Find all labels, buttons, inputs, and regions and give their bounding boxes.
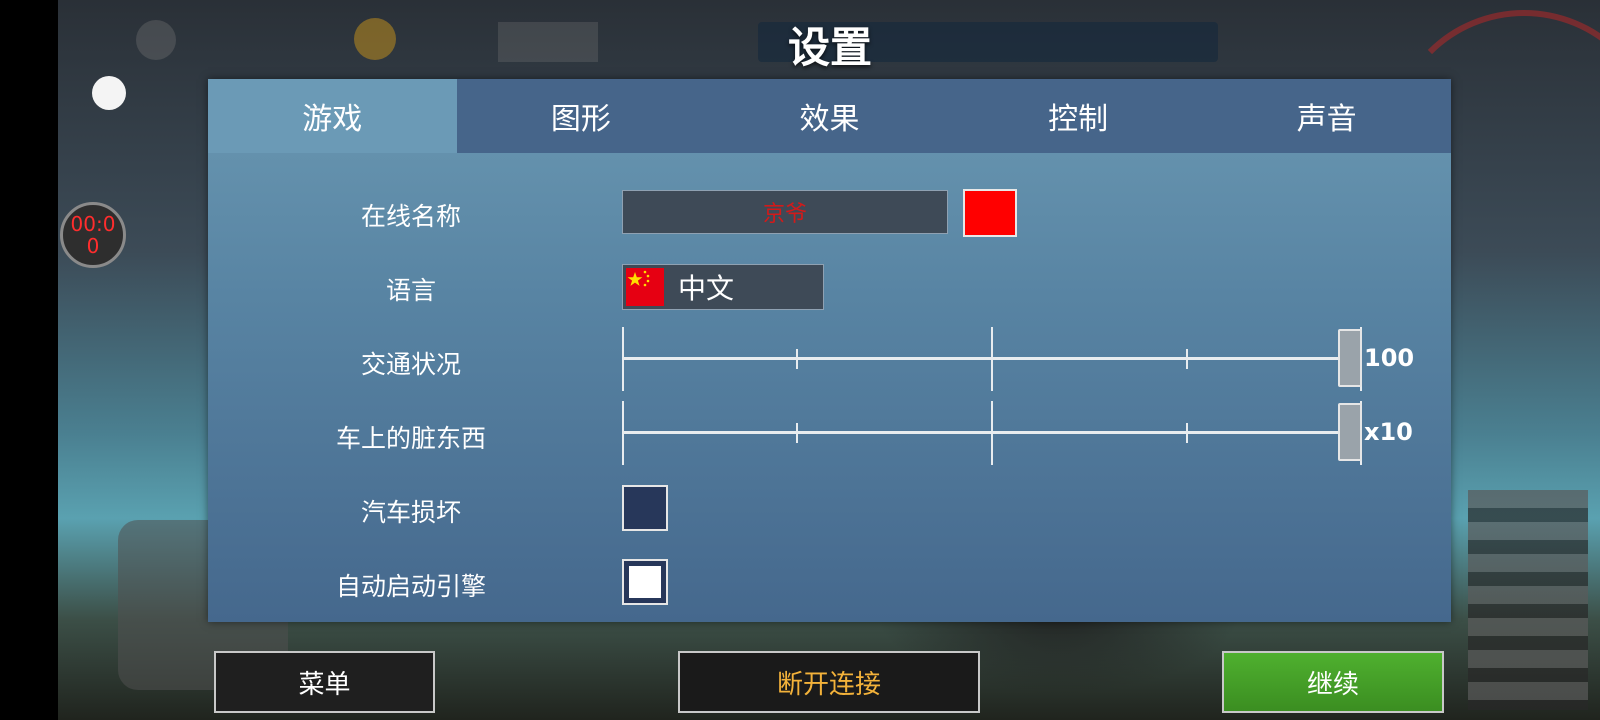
car-damage-label: 汽车损坏 xyxy=(360,498,461,527)
tab-sound[interactable]: 声音 xyxy=(1202,79,1451,153)
slider-track xyxy=(622,357,1352,360)
slider-tick xyxy=(991,327,993,391)
floating-assistive-dot[interactable] xyxy=(92,76,126,110)
page-title: 设置 xyxy=(787,23,872,72)
slider-tick xyxy=(991,401,993,465)
slider-track xyxy=(622,431,1352,434)
traffic-value: 100 xyxy=(1364,344,1415,372)
settings-panel: 游戏 图形 效果 控制 声音 在线名称 京爷 语言 中文 交通状况 100 车上… xyxy=(208,79,1451,622)
china-flag-icon xyxy=(626,268,664,306)
slider-tick xyxy=(1186,423,1188,443)
continue-button[interactable]: 继续 xyxy=(1222,651,1444,713)
traffic-label: 交通状况 xyxy=(360,350,461,379)
language-value: 中文 xyxy=(678,272,735,305)
traffic-slider-handle[interactable] xyxy=(1338,329,1362,387)
tab-graphics[interactable]: 图形 xyxy=(457,79,706,153)
tab-effects[interactable]: 效果 xyxy=(705,79,954,153)
online-name-input[interactable]: 京爷 xyxy=(622,190,948,234)
tab-controls[interactable]: 控制 xyxy=(954,79,1203,153)
language-select[interactable]: 中文 xyxy=(622,264,824,310)
slider-tick xyxy=(796,423,798,443)
settings-tab-bar: 游戏 图形 效果 控制 声音 xyxy=(208,79,1451,153)
disconnect-button[interactable]: 断开连接 xyxy=(678,651,980,713)
recording-timer[interactable]: 00:00 xyxy=(60,202,126,268)
slider-tick xyxy=(622,401,624,465)
car-damage-checkbox[interactable] xyxy=(622,485,668,531)
game-screen: 00:00 设置 游戏 图形 效果 控制 声音 在线名称 京爷 语言 中文 交通… xyxy=(0,0,1600,720)
slider-tick xyxy=(796,349,798,369)
slider-tick xyxy=(622,327,624,391)
tab-game[interactable]: 游戏 xyxy=(208,79,457,153)
language-label: 语言 xyxy=(385,276,436,305)
car-dirt-label: 车上的脏东西 xyxy=(335,424,486,453)
slider-tick xyxy=(1186,349,1188,369)
car-dirt-slider-handle[interactable] xyxy=(1338,403,1362,461)
auto-start-engine-label: 自动启动引擎 xyxy=(335,572,486,601)
name-color-swatch[interactable] xyxy=(963,189,1017,237)
car-dirt-slider[interactable] xyxy=(622,401,1362,465)
auto-start-engine-checkbox[interactable] xyxy=(622,559,668,605)
car-dirt-value: x10 xyxy=(1364,418,1413,446)
traffic-slider[interactable] xyxy=(622,327,1362,391)
background-pedal-control xyxy=(1468,490,1588,710)
menu-button[interactable]: 菜单 xyxy=(214,651,435,713)
online-name-label: 在线名称 xyxy=(360,202,461,231)
